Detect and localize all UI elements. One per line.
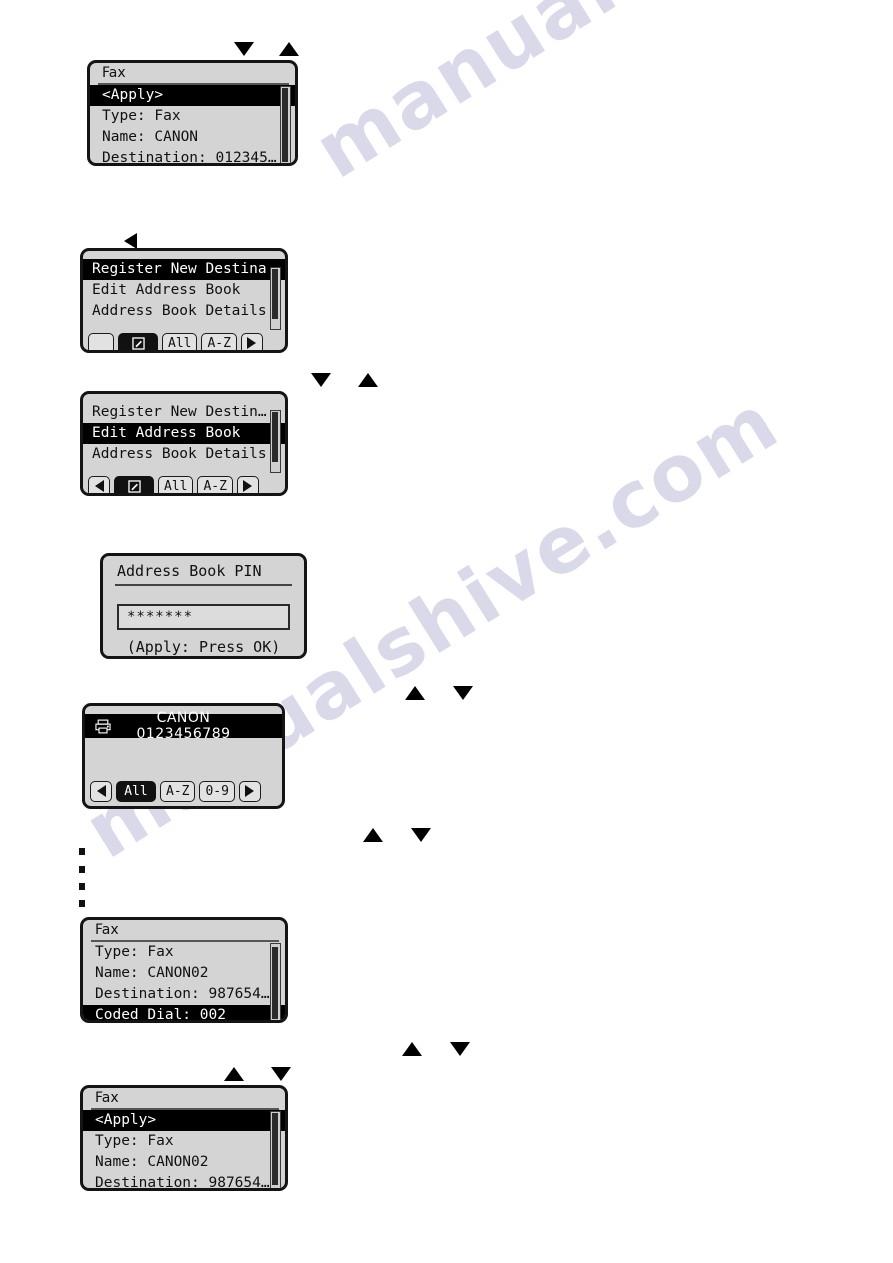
arrow-down-icon-5: [450, 1042, 470, 1056]
screen-toolbar: All A-Z: [83, 328, 285, 350]
arrow-up-icon-3: [405, 686, 425, 700]
scrollbar[interactable]: [270, 267, 281, 330]
menu-item-address-book-details[interactable]: Address Book Details: [83, 444, 285, 465]
arrow-up-icon-1: [279, 42, 299, 56]
toolbar-blank-slot: [88, 332, 114, 350]
edit-icon: [131, 336, 145, 350]
watermark-text-top: manualshive.com: [300, 0, 893, 196]
arrow-up-icon-2: [358, 373, 378, 387]
screen-title: Fax: [102, 65, 126, 81]
caret-right-icon: [243, 480, 253, 492]
menu-item-edit-address-book[interactable]: Edit Address Book: [83, 280, 285, 301]
toolbar-next-button[interactable]: [236, 475, 259, 493]
list-item-type[interactable]: Type: Fax: [83, 1131, 285, 1152]
arrow-down-icon-6: [271, 1067, 291, 1081]
lcd-screen-destination-list: CANON 0123456789 All A-Z 0-9: [82, 703, 285, 809]
arrow-down-icon-4: [411, 828, 431, 842]
screen-toolbar: All A-Z 0-9: [85, 776, 282, 806]
list-item-name[interactable]: Name: CANON02: [83, 963, 285, 984]
list-item-name[interactable]: Name: CANON02: [83, 1152, 285, 1173]
bullet-marker-1: [79, 848, 85, 855]
caret-right-icon: [247, 337, 257, 349]
screen-title: Fax: [95, 922, 119, 938]
pin-hint-text: (Apply: Press OK): [126, 638, 281, 656]
toolbar-filter-a-z[interactable]: A-Z: [201, 332, 237, 350]
scrollbar-thumb[interactable]: [271, 412, 278, 462]
pin-title-divider: [115, 584, 292, 586]
toolbar-filter-all[interactable]: All: [162, 332, 198, 350]
bullet-marker-4: [79, 900, 85, 907]
menu-item-register-new-destination[interactable]: Register New Destina: [83, 259, 285, 280]
caret-left-icon: [96, 785, 106, 797]
list-item-name[interactable]: Name: CANON: [90, 127, 295, 148]
list-item-apply[interactable]: <Apply>: [83, 1110, 285, 1131]
arrow-down-icon-1: [234, 42, 254, 56]
pin-input[interactable]: *******: [117, 604, 290, 630]
fax-machine-icon: [95, 719, 111, 734]
scrollbar-thumb[interactable]: [271, 1113, 278, 1185]
screen-title: Fax: [95, 1090, 119, 1106]
toolbar-next-button[interactable]: [240, 332, 263, 350]
destination-entry-row[interactable]: CANON 0123456789: [85, 710, 282, 742]
arrow-left-icon-1: [124, 233, 137, 249]
scrollbar-thumb[interactable]: [281, 88, 288, 162]
list-item-destination[interactable]: Destination: 987654…: [83, 984, 285, 1005]
screen-toolbar: All A-Z: [83, 471, 285, 493]
scrollbar-thumb[interactable]: [271, 269, 278, 319]
scrollbar[interactable]: [270, 943, 281, 1020]
lcd-screen-fax-apply-canon02: Fax <Apply> Type: Fax Name: CANON02 Dest…: [80, 1085, 288, 1191]
toolbar-filter-0-9[interactable]: 0-9: [199, 780, 235, 802]
arrow-up-icon-5: [402, 1042, 422, 1056]
caret-left-icon: [94, 480, 104, 492]
menu-item-edit-address-book[interactable]: Edit Address Book: [83, 423, 285, 444]
scrollbar-thumb[interactable]: [271, 947, 278, 1019]
toolbar-filter-all[interactable]: All: [116, 780, 156, 802]
lcd-screen-address-book-menu-1: Register New Destina Edit Address Book A…: [80, 248, 288, 353]
toolbar-filter-a-z[interactable]: A-Z: [160, 780, 196, 802]
lcd-screen-address-book-pin: Address Book PIN ******* (Apply: Press O…: [100, 553, 307, 659]
toolbar-filter-a-z[interactable]: A-Z: [197, 475, 233, 493]
scrollbar[interactable]: [280, 86, 291, 163]
lcd-screen-address-book-menu-2: Register New Destin… Edit Address Book A…: [80, 391, 288, 496]
bullet-marker-2: [79, 866, 85, 873]
list-item-destination[interactable]: Destination: 012345…: [90, 148, 295, 163]
menu-item-address-book-details[interactable]: Address Book Details: [83, 301, 285, 322]
bullet-marker-3: [79, 883, 85, 890]
arrow-up-icon-6: [224, 1067, 244, 1081]
list-item-type[interactable]: Type: Fax: [90, 106, 295, 127]
pin-screen-title: Address Book PIN: [117, 562, 262, 580]
caret-right-icon: [245, 785, 255, 797]
scrollbar[interactable]: [270, 1111, 281, 1188]
lcd-screen-fax-coded-dial: Fax Type: Fax Name: CANON02 Destination:…: [80, 917, 288, 1023]
destination-entry-label: CANON 0123456789: [136, 710, 231, 742]
scrollbar[interactable]: [270, 410, 281, 473]
toolbar-next-button[interactable]: [238, 780, 261, 802]
list-item-destination[interactable]: Destination: 987654…: [83, 1173, 285, 1188]
arrow-down-icon-3: [453, 686, 473, 700]
toolbar-prev-button[interactable]: [88, 475, 110, 493]
edit-icon: [127, 479, 141, 493]
arrow-down-icon-2: [311, 373, 331, 387]
toolbar-filter-all[interactable]: All: [158, 475, 194, 493]
list-item-apply[interactable]: <Apply>: [90, 85, 295, 106]
list-item-type[interactable]: Type: Fax: [83, 942, 285, 963]
list-item-coded-dial[interactable]: Coded Dial: 002: [83, 1005, 285, 1020]
arrow-up-icon-4: [363, 828, 383, 842]
toolbar-edit-button[interactable]: [118, 332, 158, 350]
lcd-screen-fax-apply-canon: Fax <Apply> Type: Fax Name: CANON Destin…: [87, 60, 298, 166]
toolbar-edit-button[interactable]: [114, 475, 154, 493]
toolbar-prev-button[interactable]: [90, 780, 112, 802]
menu-item-register-new-destination[interactable]: Register New Destin…: [83, 402, 285, 423]
